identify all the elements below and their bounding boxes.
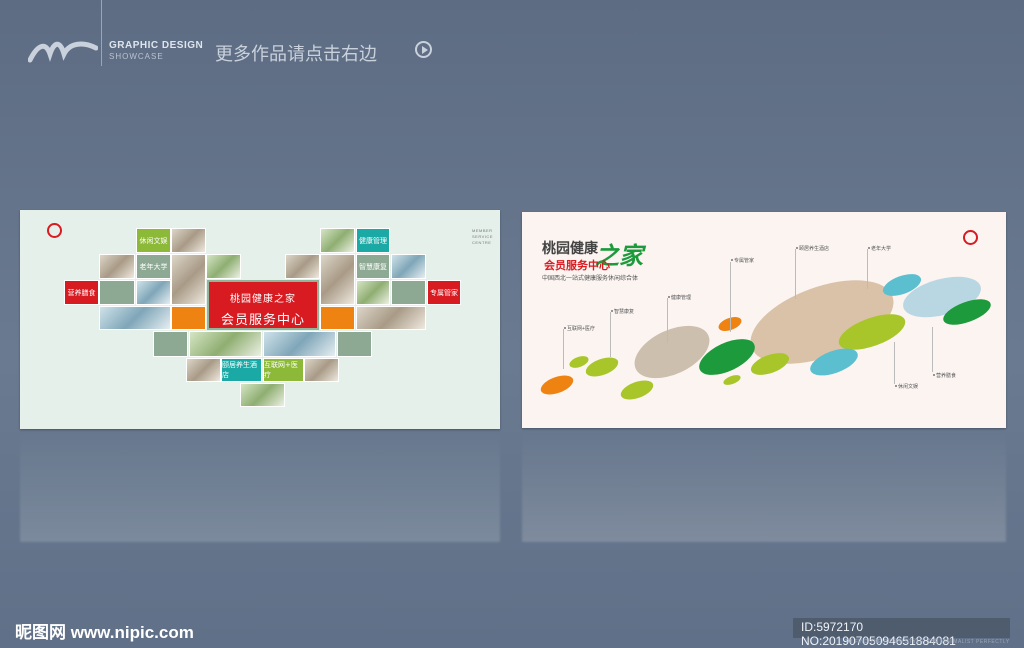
label-butler: 专属管家: [730, 258, 755, 264]
photo-tile: [304, 358, 339, 382]
photo-tile: [99, 306, 171, 330]
label-internet-medical: 互联网+医疗: [564, 326, 595, 332]
center-title-block: 桃园健康之家 会员服务中心: [207, 280, 319, 330]
footer-slogan: TO FIND THEIR OWN STYLE, THE MINIMALIST …: [845, 639, 1010, 645]
label-stem: [894, 342, 895, 384]
photo-tile: [99, 254, 135, 279]
tile-smart-rehab: 智慧康复: [356, 254, 390, 279]
color-tile: [337, 331, 372, 357]
label-smart-rehab: 智慧康复: [610, 309, 635, 315]
label-stem: [730, 262, 731, 332]
right-board-design: 桃园健康 之家 会员服务中心 中国西北一站式健康服务休闲综合体 互联网+医疗 智…: [522, 212, 1006, 428]
color-tile: [391, 280, 426, 305]
tile-leisure: 休闲文娱: [136, 228, 171, 253]
color-tile: [320, 306, 355, 330]
photo-leaf: [634, 325, 710, 379]
label-stem: [795, 249, 796, 299]
label-stem: [610, 312, 611, 357]
label-stem: [932, 327, 933, 372]
color-tile: [153, 331, 188, 357]
photo-tile: [206, 254, 241, 279]
photo-tile: [320, 228, 355, 253]
play-arrow-icon[interactable]: [415, 41, 432, 58]
center-title-line2: 会员服务中心: [220, 313, 305, 328]
brand-logo-icon: [28, 41, 98, 63]
photo-tile: [356, 280, 390, 305]
tile-hotel: 颐居养生酒店: [221, 358, 262, 382]
label-nutrition: 营养膳食: [932, 373, 957, 379]
leaf-graphic: [540, 274, 991, 400]
right-board-reflection: [522, 432, 1006, 542]
photo-tile: [263, 331, 336, 357]
photo-tile: [136, 280, 171, 305]
tile-internet-medical: 互联网+医疗: [263, 358, 304, 382]
left-board-reflection: [20, 432, 500, 542]
photo-tile: [240, 383, 285, 407]
more-works-link[interactable]: 更多作品请点击右边: [215, 40, 377, 66]
image-id-label: ID:5972170 NO:20190705094651884081: [793, 618, 1010, 648]
center-title-line1: 桃园健康之家: [230, 294, 296, 305]
brand-subtitle: SHOWCASE: [109, 52, 164, 61]
label-health-management: 健康管理: [667, 295, 692, 301]
header-divider: [101, 0, 102, 66]
color-tile: [99, 280, 135, 305]
label-stem: [667, 298, 668, 343]
member-service-label: MEMBER SERVICE CENTRE: [472, 228, 493, 245]
photo-tile: [320, 254, 355, 305]
photo-tile: [285, 254, 320, 279]
tile-senior-university: 老年大学: [136, 254, 171, 279]
photo-tile: [186, 358, 221, 382]
label-stem: [867, 249, 868, 289]
label-senior-university: 老年大学: [867, 246, 892, 252]
label-hotel: 颐居养生酒店: [795, 246, 830, 252]
tile-health-management: 健康管理: [356, 228, 390, 253]
photo-tile: [171, 228, 206, 253]
watermark-site: 昵图网 www.nipic.com: [15, 623, 194, 642]
left-board-design: MEMBER SERVICE CENTRE 休闲文娱 健康管理 老年大学 智慧康…: [20, 210, 500, 429]
photo-tile: [189, 331, 262, 357]
tile-nutrition: 营养膳食: [64, 280, 99, 305]
leaf-shapes: [540, 274, 991, 400]
photo-tile: [356, 306, 426, 330]
brand-title: GRAPHIC DESIGN: [109, 40, 204, 51]
label-leisure: 休闲文娱: [894, 384, 919, 390]
label-stem: [563, 329, 564, 369]
photo-tile: [171, 254, 206, 305]
color-tile: [171, 306, 206, 330]
photo-tile: [391, 254, 426, 279]
tile-butler: 专属管家: [427, 280, 461, 305]
company-logo-icon: [47, 223, 62, 238]
